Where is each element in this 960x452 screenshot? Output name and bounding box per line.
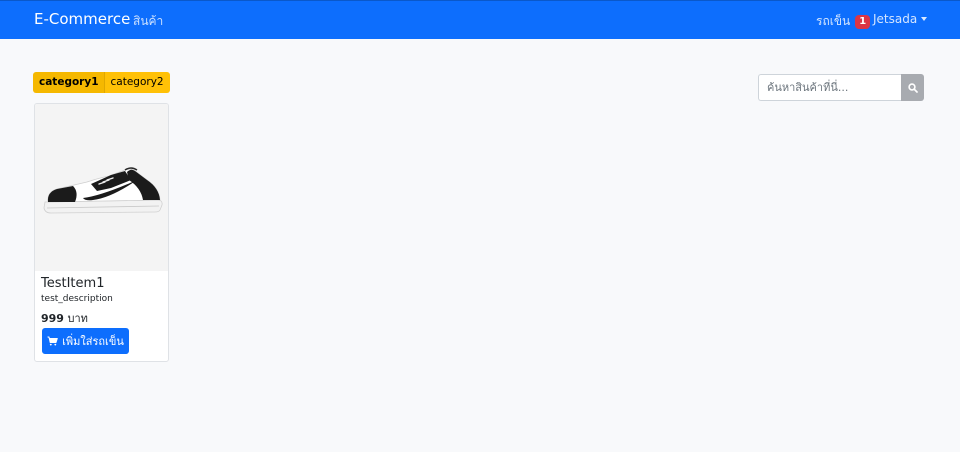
nav-link-cart[interactable]: รถเข็น 1 bbox=[816, 12, 871, 31]
caret-down-icon bbox=[921, 17, 928, 21]
brand-link[interactable]: E-Commerce bbox=[34, 10, 130, 28]
nav-link-products[interactable]: สินค้า bbox=[133, 12, 163, 31]
product-image bbox=[35, 104, 168, 271]
category-button-2[interactable]: category2 bbox=[104, 72, 170, 93]
product-price: 999 บาท bbox=[41, 309, 88, 327]
search-icon bbox=[907, 82, 918, 93]
category-filter-group: category1 category2 bbox=[33, 72, 170, 93]
sneaker-image bbox=[43, 166, 163, 213]
add-to-cart-label: เพิ่มใส่รถเข็น bbox=[62, 335, 124, 348]
search-button[interactable] bbox=[901, 74, 924, 101]
user-dropdown[interactable]: Jetsada bbox=[873, 12, 928, 26]
price-value: 999 bbox=[41, 312, 64, 325]
category-button-1[interactable]: category1 bbox=[33, 72, 105, 93]
cart-label: รถเข็น bbox=[816, 14, 851, 28]
add-to-cart-button[interactable]: เพิ่มใส่รถเข็น bbox=[42, 328, 129, 354]
cart-icon bbox=[47, 336, 58, 346]
price-currency: บาท bbox=[67, 312, 88, 325]
cart-count-badge: 1 bbox=[855, 14, 871, 29]
search-input[interactable] bbox=[758, 74, 901, 101]
product-description: test_description bbox=[41, 294, 113, 304]
product-card: TestItem1 test_description 999 บาท เพิ่ม… bbox=[34, 103, 169, 362]
top-navbar: E-Commerce สินค้า รถเข็น 1 Jetsada bbox=[0, 0, 960, 39]
user-name: Jetsada bbox=[873, 12, 918, 26]
product-name: TestItem1 bbox=[41, 276, 105, 291]
search-form bbox=[758, 74, 924, 101]
